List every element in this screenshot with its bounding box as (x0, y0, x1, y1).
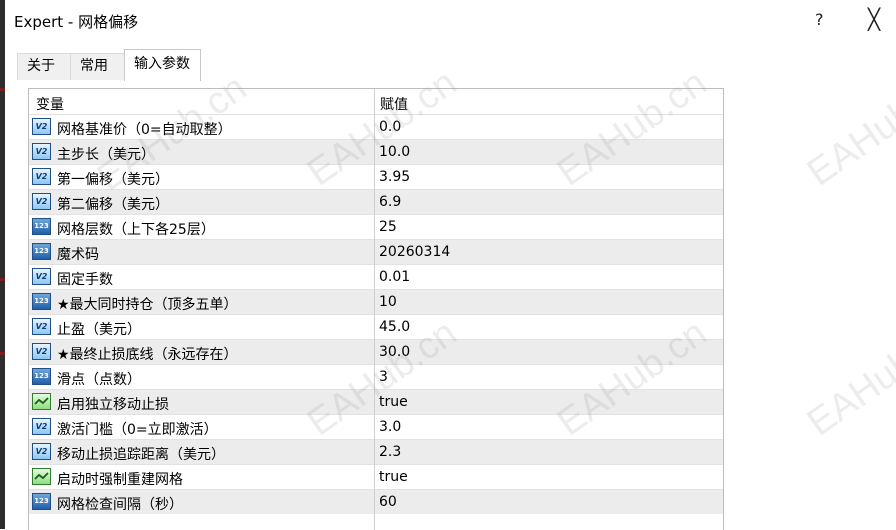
param-row[interactable]: V2 主步长（美元） 10.0 (29, 139, 723, 164)
title-bar: Expert - 网格偏移 ? ╳ (0, 0, 896, 40)
param-value[interactable]: 2.3 (379, 444, 401, 460)
real-type-icon: V2 (32, 443, 51, 460)
param-row[interactable]: 123 ★最大同时持仓（顶多五单） 10 (29, 289, 723, 314)
integer-type-icon: 123 (32, 218, 51, 235)
param-row[interactable]: V2 第二偏移（美元） 6.9 (29, 189, 723, 214)
param-row[interactable]: V2 ★最终止损底线（永远存在） 30.0 (29, 339, 723, 364)
param-value[interactable]: 25 (379, 219, 397, 235)
param-name: ★最大同时持仓（顶多五单） (57, 297, 238, 313)
param-value[interactable]: 30.0 (379, 344, 410, 360)
integer-type-icon: 123 (32, 243, 51, 260)
param-name: 第一偏移（美元） (57, 172, 169, 188)
real-type-icon: V2 (32, 318, 51, 335)
param-name: 激活门槛（0=立即激活） (57, 422, 218, 438)
help-button[interactable]: ? (815, 10, 824, 29)
param-name: 固定手数 (57, 272, 113, 288)
param-value[interactable]: 3 (379, 369, 388, 385)
column-header-value[interactable]: 赋值 (380, 94, 408, 114)
param-row[interactable]: 启动时强制重建网格 true (29, 464, 723, 489)
real-type-icon: V2 (32, 168, 51, 185)
tab-about[interactable]: 关于 (17, 53, 71, 80)
tab-label: 常用 (80, 58, 108, 74)
edge-marker (0, 88, 5, 91)
param-row[interactable]: V2 第一偏移（美元） 3.95 (29, 164, 723, 189)
integer-type-icon: 123 (32, 368, 51, 385)
param-value[interactable]: 20260314 (379, 244, 450, 260)
param-value[interactable]: true (379, 469, 408, 485)
edge-marker (0, 352, 5, 355)
real-type-icon: V2 (32, 268, 51, 285)
param-value[interactable]: 10 (379, 294, 397, 310)
real-type-icon: V2 (32, 193, 51, 210)
param-name: 主步长（美元） (57, 147, 155, 163)
param-name: 启动时强制重建网格 (57, 472, 183, 488)
tab-label: 输入参数 (134, 56, 190, 72)
param-value[interactable]: 3.95 (379, 169, 410, 185)
real-type-icon: V2 (32, 418, 51, 435)
window-title: Expert - 网格偏移 (14, 13, 139, 31)
grid-header: 变量 赋值 (29, 89, 723, 114)
param-row[interactable]: V2 激活门槛（0=立即激活） 3.0 (29, 414, 723, 439)
close-button[interactable]: ╳ (868, 7, 880, 31)
real-type-icon: V2 (32, 118, 51, 135)
param-value[interactable]: 3.0 (379, 419, 401, 435)
param-name: ★最终止损底线（永远存在） (57, 347, 238, 363)
param-name: 魔术码 (57, 247, 99, 263)
param-row[interactable]: 123 网格层数（上下各25层） 25 (29, 214, 723, 239)
tab-label: 关于 (27, 58, 55, 74)
param-value[interactable]: 45.0 (379, 319, 410, 335)
real-type-icon: V2 (32, 143, 51, 160)
param-row[interactable]: 123 滑点（点数） 3 (29, 364, 723, 389)
background-window-edge (0, 0, 5, 529)
param-row[interactable]: V2 止盈（美元） 45.0 (29, 314, 723, 339)
param-name: 滑点（点数） (57, 372, 141, 388)
tab-common[interactable]: 常用 (70, 53, 125, 80)
param-row[interactable]: V2 固定手数 0.01 (29, 264, 723, 289)
param-value[interactable]: true (379, 394, 408, 410)
integer-type-icon: 123 (32, 493, 51, 510)
param-name: 启用独立移动止损 (57, 397, 169, 413)
integer-type-icon: 123 (32, 293, 51, 310)
param-value[interactable]: 60 (379, 494, 397, 510)
param-row[interactable]: V2 网格基准价（0=自动取整） 0.0 (29, 114, 723, 139)
bool-type-icon (32, 393, 51, 410)
param-row[interactable]: V2 移动止损追踪距离（美元） 2.3 (29, 439, 723, 464)
param-name: 移动止损追踪距离（美元） (57, 447, 225, 463)
param-row[interactable]: 123 魔术码 20260314 (29, 239, 723, 264)
param-name: 网格基准价（0=自动取整） (57, 122, 232, 138)
edge-marker (0, 278, 5, 281)
parameters-grid[interactable]: 变量 赋值 V2 网格基准价（0=自动取整） 0.0 V2 主步长（美元） 10.0 V2 第… (28, 88, 724, 530)
tab-inputs[interactable]: 输入参数 (124, 49, 201, 81)
param-row[interactable]: 启用独立移动止损 true (29, 389, 723, 414)
param-row[interactable]: 123 网格检查间隔（秒） 60 (29, 489, 723, 514)
param-value[interactable]: 10.0 (379, 144, 410, 160)
param-name: 网格检查间隔（秒） (57, 497, 183, 513)
column-divider[interactable] (374, 89, 375, 530)
column-header-variable[interactable]: 变量 (36, 94, 64, 114)
param-name: 第二偏移（美元） (57, 197, 169, 213)
param-value[interactable]: 0.0 (379, 119, 401, 135)
param-name: 止盈（美元） (57, 322, 141, 338)
param-name: 网格层数（上下各25层） (57, 222, 215, 238)
param-value[interactable]: 0.01 (379, 269, 410, 285)
bool-type-icon (32, 468, 51, 485)
real-type-icon: V2 (32, 343, 51, 360)
param-value[interactable]: 6.9 (379, 194, 401, 210)
